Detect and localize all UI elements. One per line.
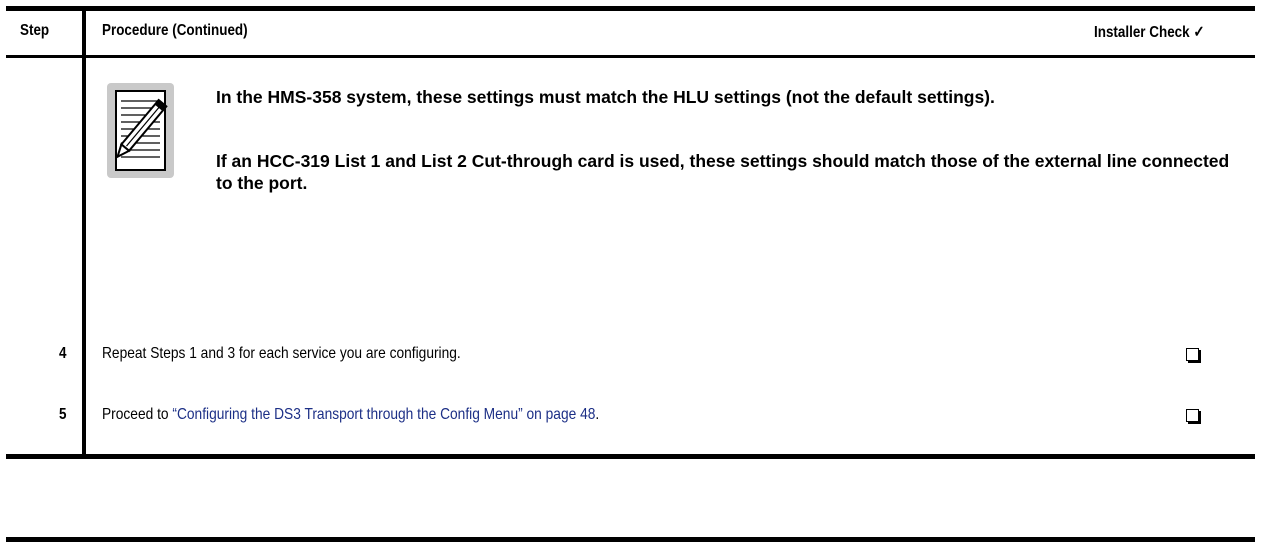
- signature-top-rule: [6, 537, 1255, 542]
- step-text: Proceed to “Configuring the DS3 Transpor…: [102, 406, 599, 424]
- installer-checkbox[interactable]: [1186, 409, 1199, 422]
- step-number: 5: [59, 406, 67, 423]
- header-procedure: Procedure (Continued): [102, 22, 248, 39]
- table-top-rule: [6, 6, 1255, 11]
- note-pencil-icon: [107, 83, 174, 178]
- cross-reference-link[interactable]: “Configuring the DS3 Transport through t…: [172, 406, 595, 423]
- header-installer-check: Installer Check ✓: [1094, 24, 1205, 41]
- note-paragraph-1: In the HMS-358 system, these settings mu…: [216, 87, 995, 107]
- note-paragraph-2: If an HCC-319 List 1 and List 2 Cut-thro…: [216, 151, 1230, 193]
- column-divider: [82, 6, 86, 458]
- step-number: 4: [59, 345, 67, 362]
- step-text: Repeat Steps 1 and 3 for each service yo…: [102, 345, 461, 362]
- header-step: Step: [20, 22, 50, 39]
- step-text-suffix: .: [595, 406, 600, 423]
- header-bottom-rule: [6, 55, 1255, 58]
- table-bottom-rule: [6, 454, 1255, 459]
- installer-checkbox[interactable]: [1186, 348, 1199, 361]
- step-text-prefix: Proceed to: [102, 406, 173, 423]
